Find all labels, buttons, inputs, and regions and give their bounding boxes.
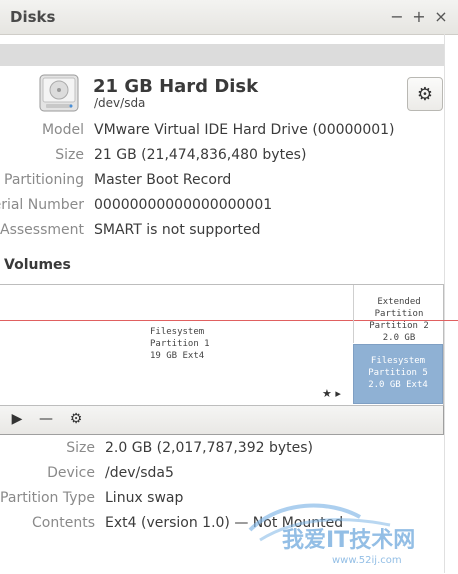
- serial-number-label: Serial Number: [0, 197, 84, 213]
- partition-1-name: Partition 1: [150, 339, 210, 349]
- volumes-heading: Volumes: [4, 257, 71, 273]
- contents-label: Contents: [32, 515, 95, 531]
- volume-marks: ★ ▸: [322, 387, 341, 400]
- partition-1-type: Filesystem: [150, 327, 205, 337]
- partition-5-name: Partition 5: [368, 368, 428, 378]
- partition-5-segment[interactable]: Filesystem Partition 5 2.0 GB Ext4: [353, 344, 443, 404]
- assessment-label: Assessment: [0, 222, 84, 238]
- gear-icon: ⚙: [416, 83, 434, 105]
- close-button[interactable]: ×: [432, 7, 450, 26]
- disk-name: 21 GB Hard Disk: [93, 76, 259, 97]
- extended-partition-segment[interactable]: Extended Partition Partition 2 2.0 GB: [353, 285, 444, 343]
- size-label: Size: [55, 147, 84, 163]
- partition-5-type: Filesystem: [370, 356, 426, 366]
- disk-device: /dev/sda: [94, 96, 146, 110]
- extended-partition-size: 2.0 GB: [382, 333, 416, 343]
- minimize-button[interactable]: −: [388, 7, 406, 26]
- play-icon[interactable]: ▶: [8, 411, 26, 427]
- svg-text:我爱IT技术网: 我爱IT技术网: [282, 528, 415, 553]
- serial-number-value: 00000000000000000001: [94, 197, 273, 213]
- title-bar: Disks − + ×: [0, 0, 458, 35]
- partition-1-size: 19 GB Ext4: [150, 351, 205, 361]
- partition-type-label: Partition Type: [0, 490, 95, 506]
- volume-size-label: Size: [66, 440, 95, 456]
- volume-toolbar: ▶ — ⚙: [0, 405, 444, 435]
- svg-text:www.52ij.com: www.52ij.com: [332, 555, 402, 566]
- maximize-button[interactable]: +: [410, 7, 428, 26]
- partition-1-segment[interactable]: Filesystem Partition 1 19 GB Ext4: [150, 326, 210, 362]
- partitioning-label: Partitioning: [4, 172, 84, 188]
- partition-type-value: Linux swap: [105, 490, 184, 506]
- extended-partition-type: Extended Partition: [374, 297, 424, 319]
- minus-icon[interactable]: —: [37, 411, 55, 427]
- device-value: /dev/sda5: [105, 465, 174, 481]
- extended-partition-name: Partition 2: [369, 321, 429, 331]
- site-watermark: 我爱IT技术网 www.52ij.com: [240, 495, 455, 570]
- hard-disk-icon: [38, 72, 80, 114]
- partitioning-value: Master Boot Record: [94, 172, 232, 188]
- model-label: Model: [41, 122, 84, 138]
- partition-5-size: 2.0 GB Ext4: [368, 380, 428, 390]
- model-value: VMware Virtual IDE Hard Drive (00000001): [94, 122, 395, 138]
- volume-size-value: 2.0 GB (2,017,787,392 bytes): [105, 440, 313, 456]
- gear-icon[interactable]: ⚙: [67, 411, 85, 427]
- device-label: Device: [47, 465, 95, 481]
- assessment-value: SMART is not supported: [94, 222, 261, 238]
- window-title: Disks: [10, 8, 56, 26]
- header-strip: [0, 44, 444, 66]
- disk-settings-button[interactable]: ⚙: [407, 77, 443, 111]
- size-value: 21 GB (21,474,836,480 bytes): [94, 147, 307, 163]
